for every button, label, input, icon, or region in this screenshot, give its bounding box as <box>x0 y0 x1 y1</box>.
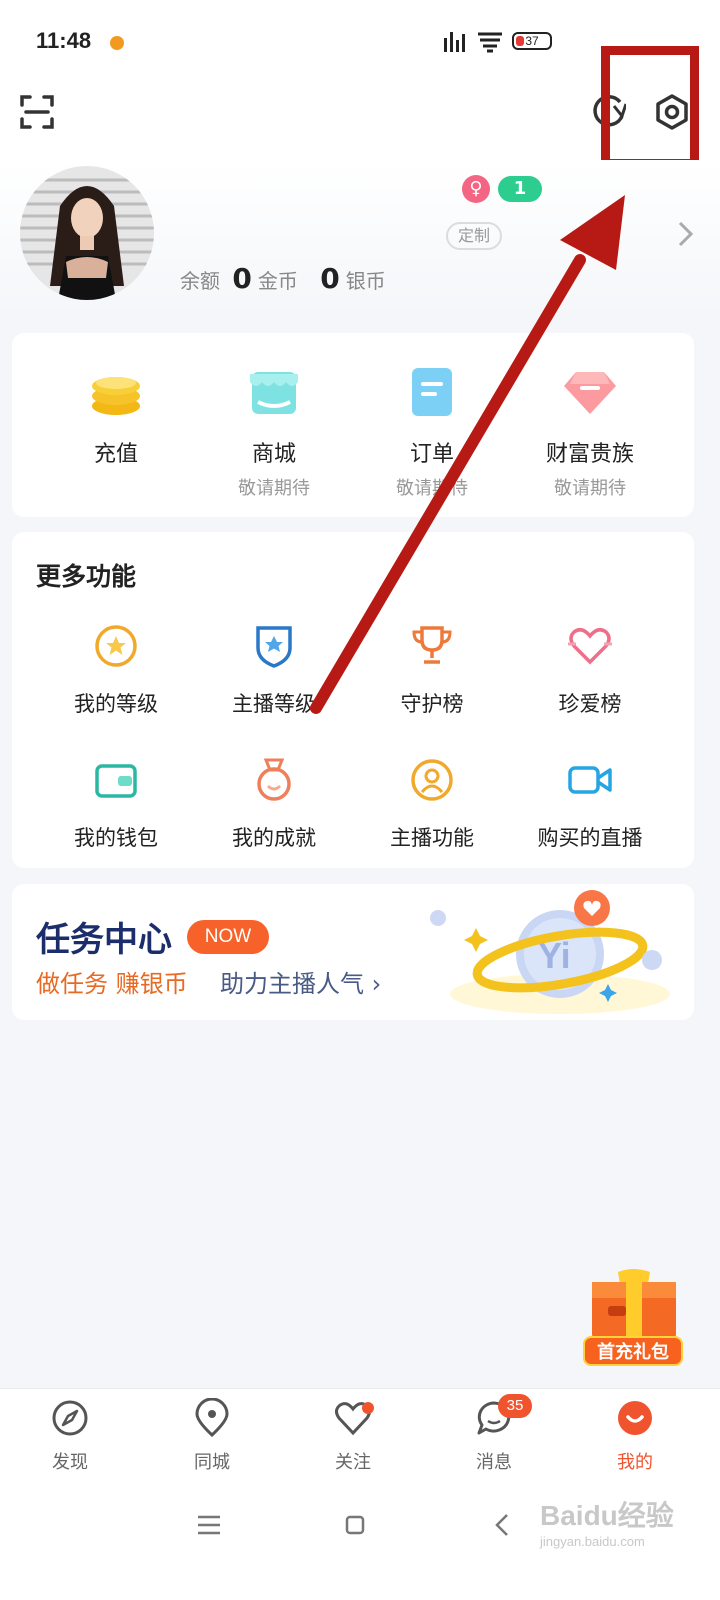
first-recharge-gift-label[interactable]: 首充礼包 <box>583 1336 683 1366</box>
home-icon[interactable] <box>340 1510 370 1540</box>
status-time: 11:48 <box>36 28 92 53</box>
orders-button[interactable]: 订单 敬请期待 <box>352 362 512 499</box>
wallet-icon <box>95 764 137 798</box>
baidu-watermark: Baidu经验 <box>540 1500 674 1531</box>
shop-label: 商城 <box>251 442 296 467</box>
back-icon[interactable] <box>488 1510 518 1540</box>
nav-discover[interactable]: 发现 <box>20 1398 120 1474</box>
balance-label: 余额 <box>180 269 220 293</box>
medal-icon <box>257 758 291 801</box>
recharge-label: 充值 <box>93 442 138 467</box>
nav-nearby[interactable]: 同城 <box>162 1397 262 1474</box>
now-badge: NOW <box>187 920 269 954</box>
anchor-level-label: 主播等级 <box>232 692 316 716</box>
wealth-nobility-label: 财富贵族 <box>545 442 634 467</box>
profile-icon <box>618 1401 652 1435</box>
battery-indicator: 37 <box>512 32 552 50</box>
task-center-title: 任务中心 <box>36 920 172 960</box>
wealth-nobility-sub: 敬请期待 <box>554 478 626 499</box>
scan-icon[interactable] <box>20 95 54 129</box>
video-icon <box>568 766 612 794</box>
nav-me[interactable]: 我的 <box>585 1398 685 1474</box>
anchor-level-icon <box>256 626 292 668</box>
compass-icon <box>52 1400 88 1436</box>
orders-sub: 敬请期待 <box>396 478 468 499</box>
guardian-rank-button[interactable]: 守护榜 <box>352 622 512 718</box>
recharge-button[interactable]: 充值 <box>36 362 196 498</box>
nav-follow-label: 关注 <box>335 1452 371 1473</box>
more-functions-title: 更多功能 <box>36 562 137 591</box>
task-center-highlight: 做任务 赚银币 <box>36 970 188 998</box>
shop-icon <box>250 372 298 414</box>
shop-button[interactable]: 商城 敬请期待 <box>194 362 354 499</box>
balance-row: 余额 0 金币 0 银币 <box>180 262 386 295</box>
my-achievement-label: 我的成就 <box>232 826 316 850</box>
anchor-level-button[interactable]: 主播等级 <box>194 622 354 718</box>
anchor-user-icon <box>411 759 453 801</box>
nav-me-label: 我的 <box>617 1452 653 1473</box>
nav-messages-label: 消息 <box>476 1452 512 1473</box>
wealth-nobility-button[interactable]: 财富贵族 敬请期待 <box>510 362 670 499</box>
baidu-watermark-url: jingyan.baidu.com <box>540 1534 645 1549</box>
my-level-label: 我的等级 <box>74 692 158 716</box>
avatar[interactable] <box>20 166 154 300</box>
nav-nearby-label: 同城 <box>194 1452 230 1473</box>
gold-value: 0 <box>232 262 252 295</box>
my-achievement-button[interactable]: 我的成就 <box>194 756 354 852</box>
diamond-icon <box>564 372 616 414</box>
planet-illustration: Yi <box>430 890 670 1014</box>
orders-label: 订单 <box>409 442 454 467</box>
cherish-rank-label: 珍爱榜 <box>558 692 622 716</box>
annotation-highlight-box <box>601 46 699 168</box>
cherish-rank-button[interactable]: 珍爱榜 <box>510 622 670 718</box>
message-count-badge: 35 <box>498 1394 532 1418</box>
silver-value: 0 <box>320 262 340 295</box>
order-icon <box>412 368 452 416</box>
anchor-function-label: 主播功能 <box>390 826 474 850</box>
my-wallet-button[interactable]: 我的钱包 <box>36 756 196 852</box>
shop-sub: 敬请期待 <box>238 478 310 499</box>
my-level-button[interactable]: 我的等级 <box>36 622 196 718</box>
coins-icon <box>92 377 140 415</box>
gender-badge: ♀ <box>462 175 490 203</box>
guardian-rank-label: 守护榜 <box>400 692 464 716</box>
gold-unit: 金币 <box>257 269 298 293</box>
location-pin-icon <box>195 1397 229 1438</box>
custom-tag[interactable]: 定制 <box>446 222 503 250</box>
chevron-right-icon[interactable] <box>676 220 696 248</box>
nav-follow[interactable]: 关注 <box>303 1398 403 1474</box>
trophy-icon <box>412 626 452 664</box>
follow-notification-dot <box>362 1402 374 1414</box>
purchased-live-label: 购买的直播 <box>537 826 643 850</box>
task-center-subtitle: 助力主播人气 › <box>220 970 382 998</box>
level-badge: 1 <box>498 176 542 202</box>
menu-icon[interactable] <box>194 1510 224 1540</box>
level-icon <box>95 625 137 667</box>
heart-icon <box>568 628 612 665</box>
notification-dot <box>110 36 124 50</box>
nav-discover-label: 发现 <box>52 1452 88 1473</box>
anchor-function-button[interactable]: 主播功能 <box>352 756 512 852</box>
my-wallet-label: 我的钱包 <box>74 826 158 850</box>
purchased-live-button[interactable]: 购买的直播 <box>510 756 670 852</box>
silver-unit: 银币 <box>345 269 386 293</box>
